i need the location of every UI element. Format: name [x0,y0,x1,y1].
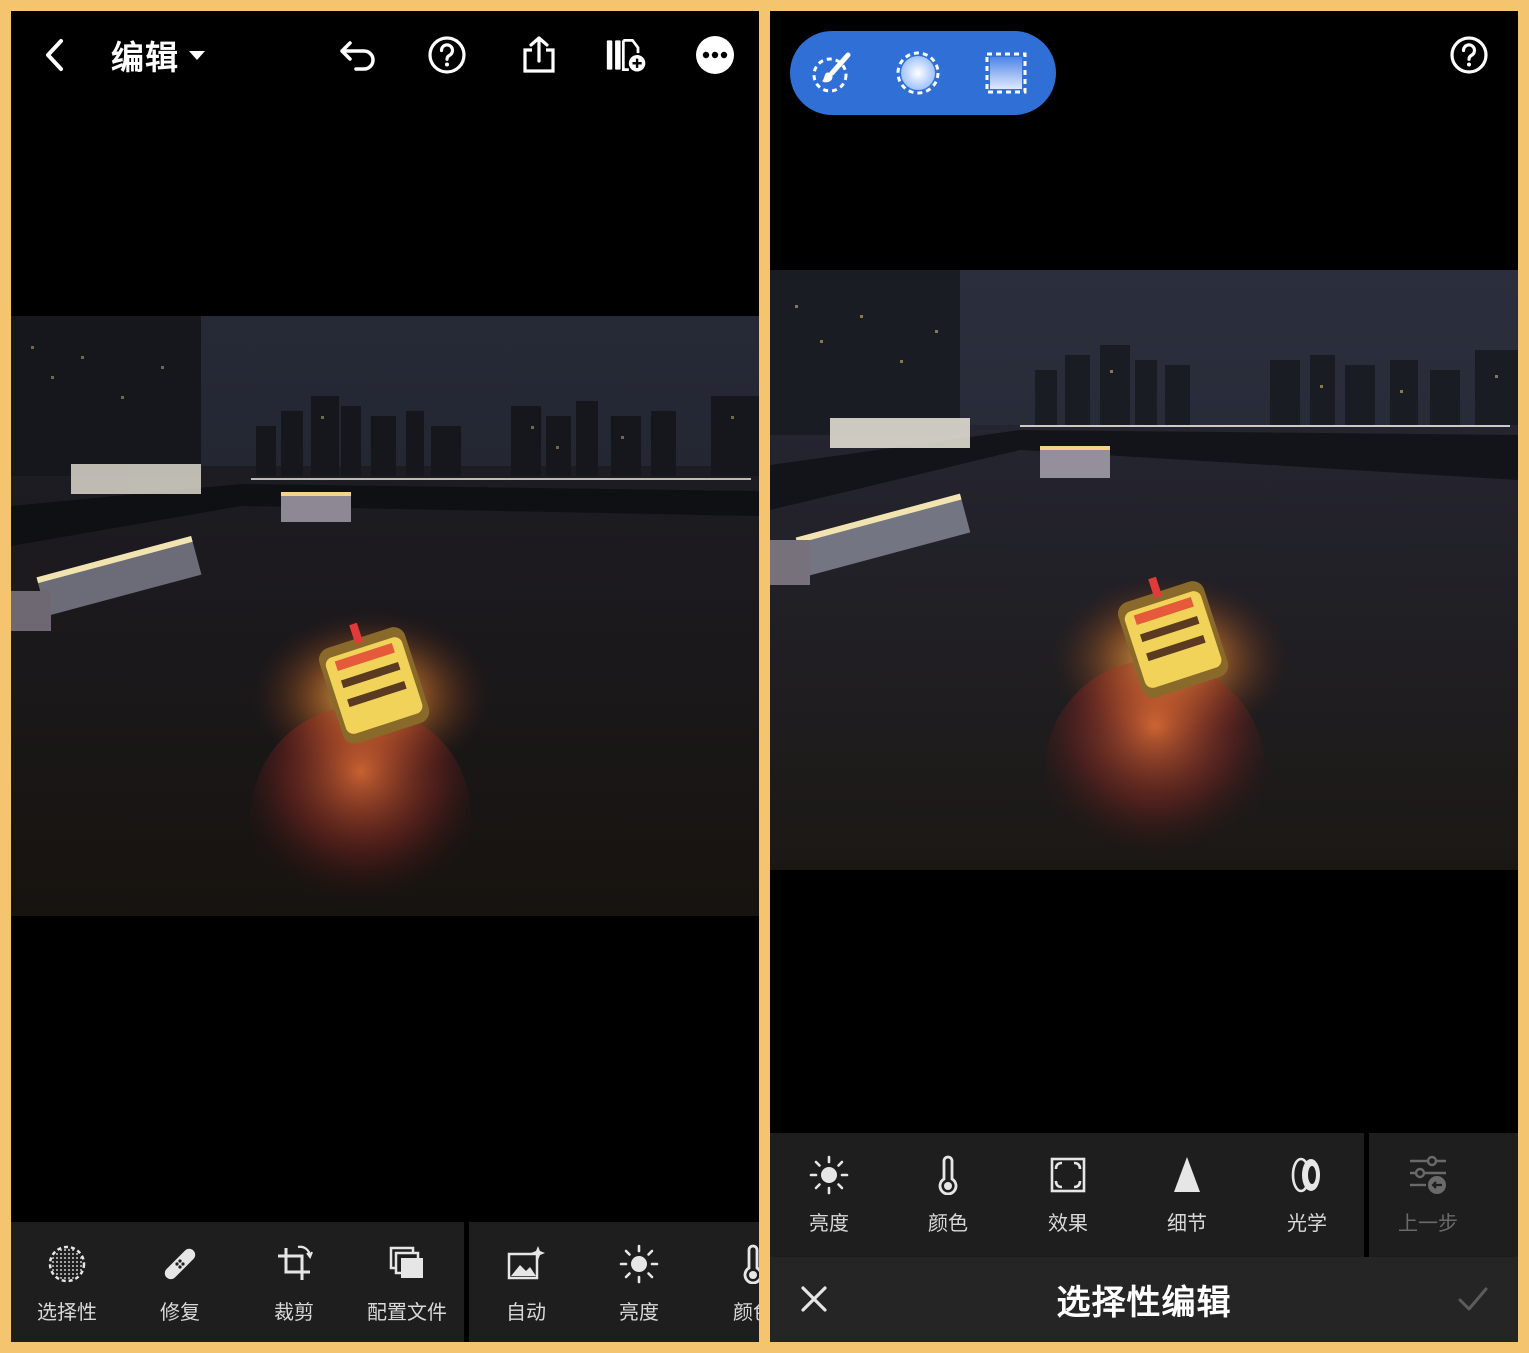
selective-edit-screen: 亮度 颜色 效果 细节 光学 上一步 选择性编辑 [770,11,1518,1342]
tool-label: 上一步 [1398,1211,1458,1235]
tool-label: 亮度 [809,1211,849,1235]
tool-label: 自动 [506,1300,546,1324]
tool-label: 颜色 [928,1211,968,1235]
bandage-icon [164,1248,196,1280]
previous-icon [1410,1155,1446,1194]
lens-icon [1291,1157,1320,1193]
help-icon [428,36,466,74]
confirm-bar: 选择性编辑 [770,1257,1518,1342]
tool-label: 效果 [1048,1211,1088,1235]
share-icon [523,36,555,73]
thermometer-icon [938,1155,958,1195]
tool-profiles[interactable]: 配置文件 [351,1222,463,1342]
presets-add-button[interactable] [605,33,649,77]
tool-light[interactable]: 亮度 [770,1133,888,1257]
profiles-icon [389,1246,423,1278]
share-button[interactable] [517,33,561,77]
edit-toolbar: 选择性 修复 裁剪 配置文件 自动 亮度 颜 [11,1222,759,1342]
presets-add-icon [606,38,646,72]
tool-color[interactable]: 颜色 [697,1222,759,1342]
back-button[interactable] [33,33,77,77]
tool-label: 光学 [1287,1211,1327,1235]
night-river-photo [770,270,1518,870]
photo-preview[interactable] [770,270,1518,870]
back-arrow-icon [46,39,63,71]
brush-mask-icon [812,52,851,93]
mode-selector[interactable]: 编辑 [111,33,207,77]
linear-mask-icon [985,52,1027,94]
tool-label: 裁剪 [274,1300,314,1324]
edit-screen: 编辑 选择性 修复 裁剪 配置文件 自动 亮度 颜 [11,11,759,1342]
auto-icon [507,1246,545,1280]
mask-type-selector [790,31,1056,115]
checkmark-icon [1458,1287,1488,1311]
tool-healing[interactable]: 修复 [124,1222,236,1342]
apply-button[interactable] [1451,1277,1495,1321]
tool-label: 修复 [160,1300,200,1324]
tool-label: 配置文件 [367,1300,447,1324]
linear-mask-button[interactable] [984,51,1028,95]
more-icon [696,36,734,74]
tool-label: 颜色 [733,1300,759,1324]
photo-preview[interactable] [11,316,759,916]
sun-icon [809,1155,849,1195]
tool-previous[interactable]: 上一步 [1369,1133,1487,1257]
close-icon [801,1286,827,1312]
undo-icon [340,41,375,71]
tool-detail[interactable]: 细节 [1128,1133,1246,1257]
caret-down-icon [189,51,205,60]
help-button[interactable] [1447,33,1491,77]
cancel-button[interactable] [792,1277,836,1321]
radial-mask-icon [896,51,940,95]
crop-rotate-icon [278,1245,313,1280]
more-button[interactable] [693,33,737,77]
radial-mask-button[interactable] [896,51,940,95]
tool-label: 亮度 [619,1300,659,1324]
tool-effects[interactable]: 效果 [1009,1133,1127,1257]
help-icon [1450,36,1488,74]
tool-label: 选择性 [37,1300,97,1324]
tool-optics[interactable]: 光学 [1248,1133,1366,1257]
tool-selective[interactable]: 选择性 [11,1222,123,1342]
night-river-photo [11,316,759,916]
sun-icon [619,1244,659,1284]
tool-light[interactable]: 亮度 [583,1222,695,1342]
thermometer-icon [743,1244,759,1284]
effects-icon [1050,1157,1086,1193]
page-title: 编辑 [111,38,179,77]
tool-crop[interactable]: 裁剪 [238,1222,350,1342]
confirm-bar-title: 选择性编辑 [1056,1283,1232,1323]
detail-icon [1174,1157,1200,1192]
help-button[interactable] [425,33,469,77]
toolbar-divider [464,1222,469,1342]
tool-color[interactable]: 颜色 [889,1133,1007,1257]
tool-label: 细节 [1167,1211,1207,1235]
selective-tools-bar: 亮度 颜色 效果 细节 光学 上一步 [770,1133,1518,1257]
tool-auto[interactable]: 自动 [470,1222,582,1342]
brush-mask-button[interactable] [810,51,854,95]
undo-button[interactable] [336,33,380,77]
selective-icon [48,1245,86,1283]
top-bar: 编辑 [11,11,759,101]
